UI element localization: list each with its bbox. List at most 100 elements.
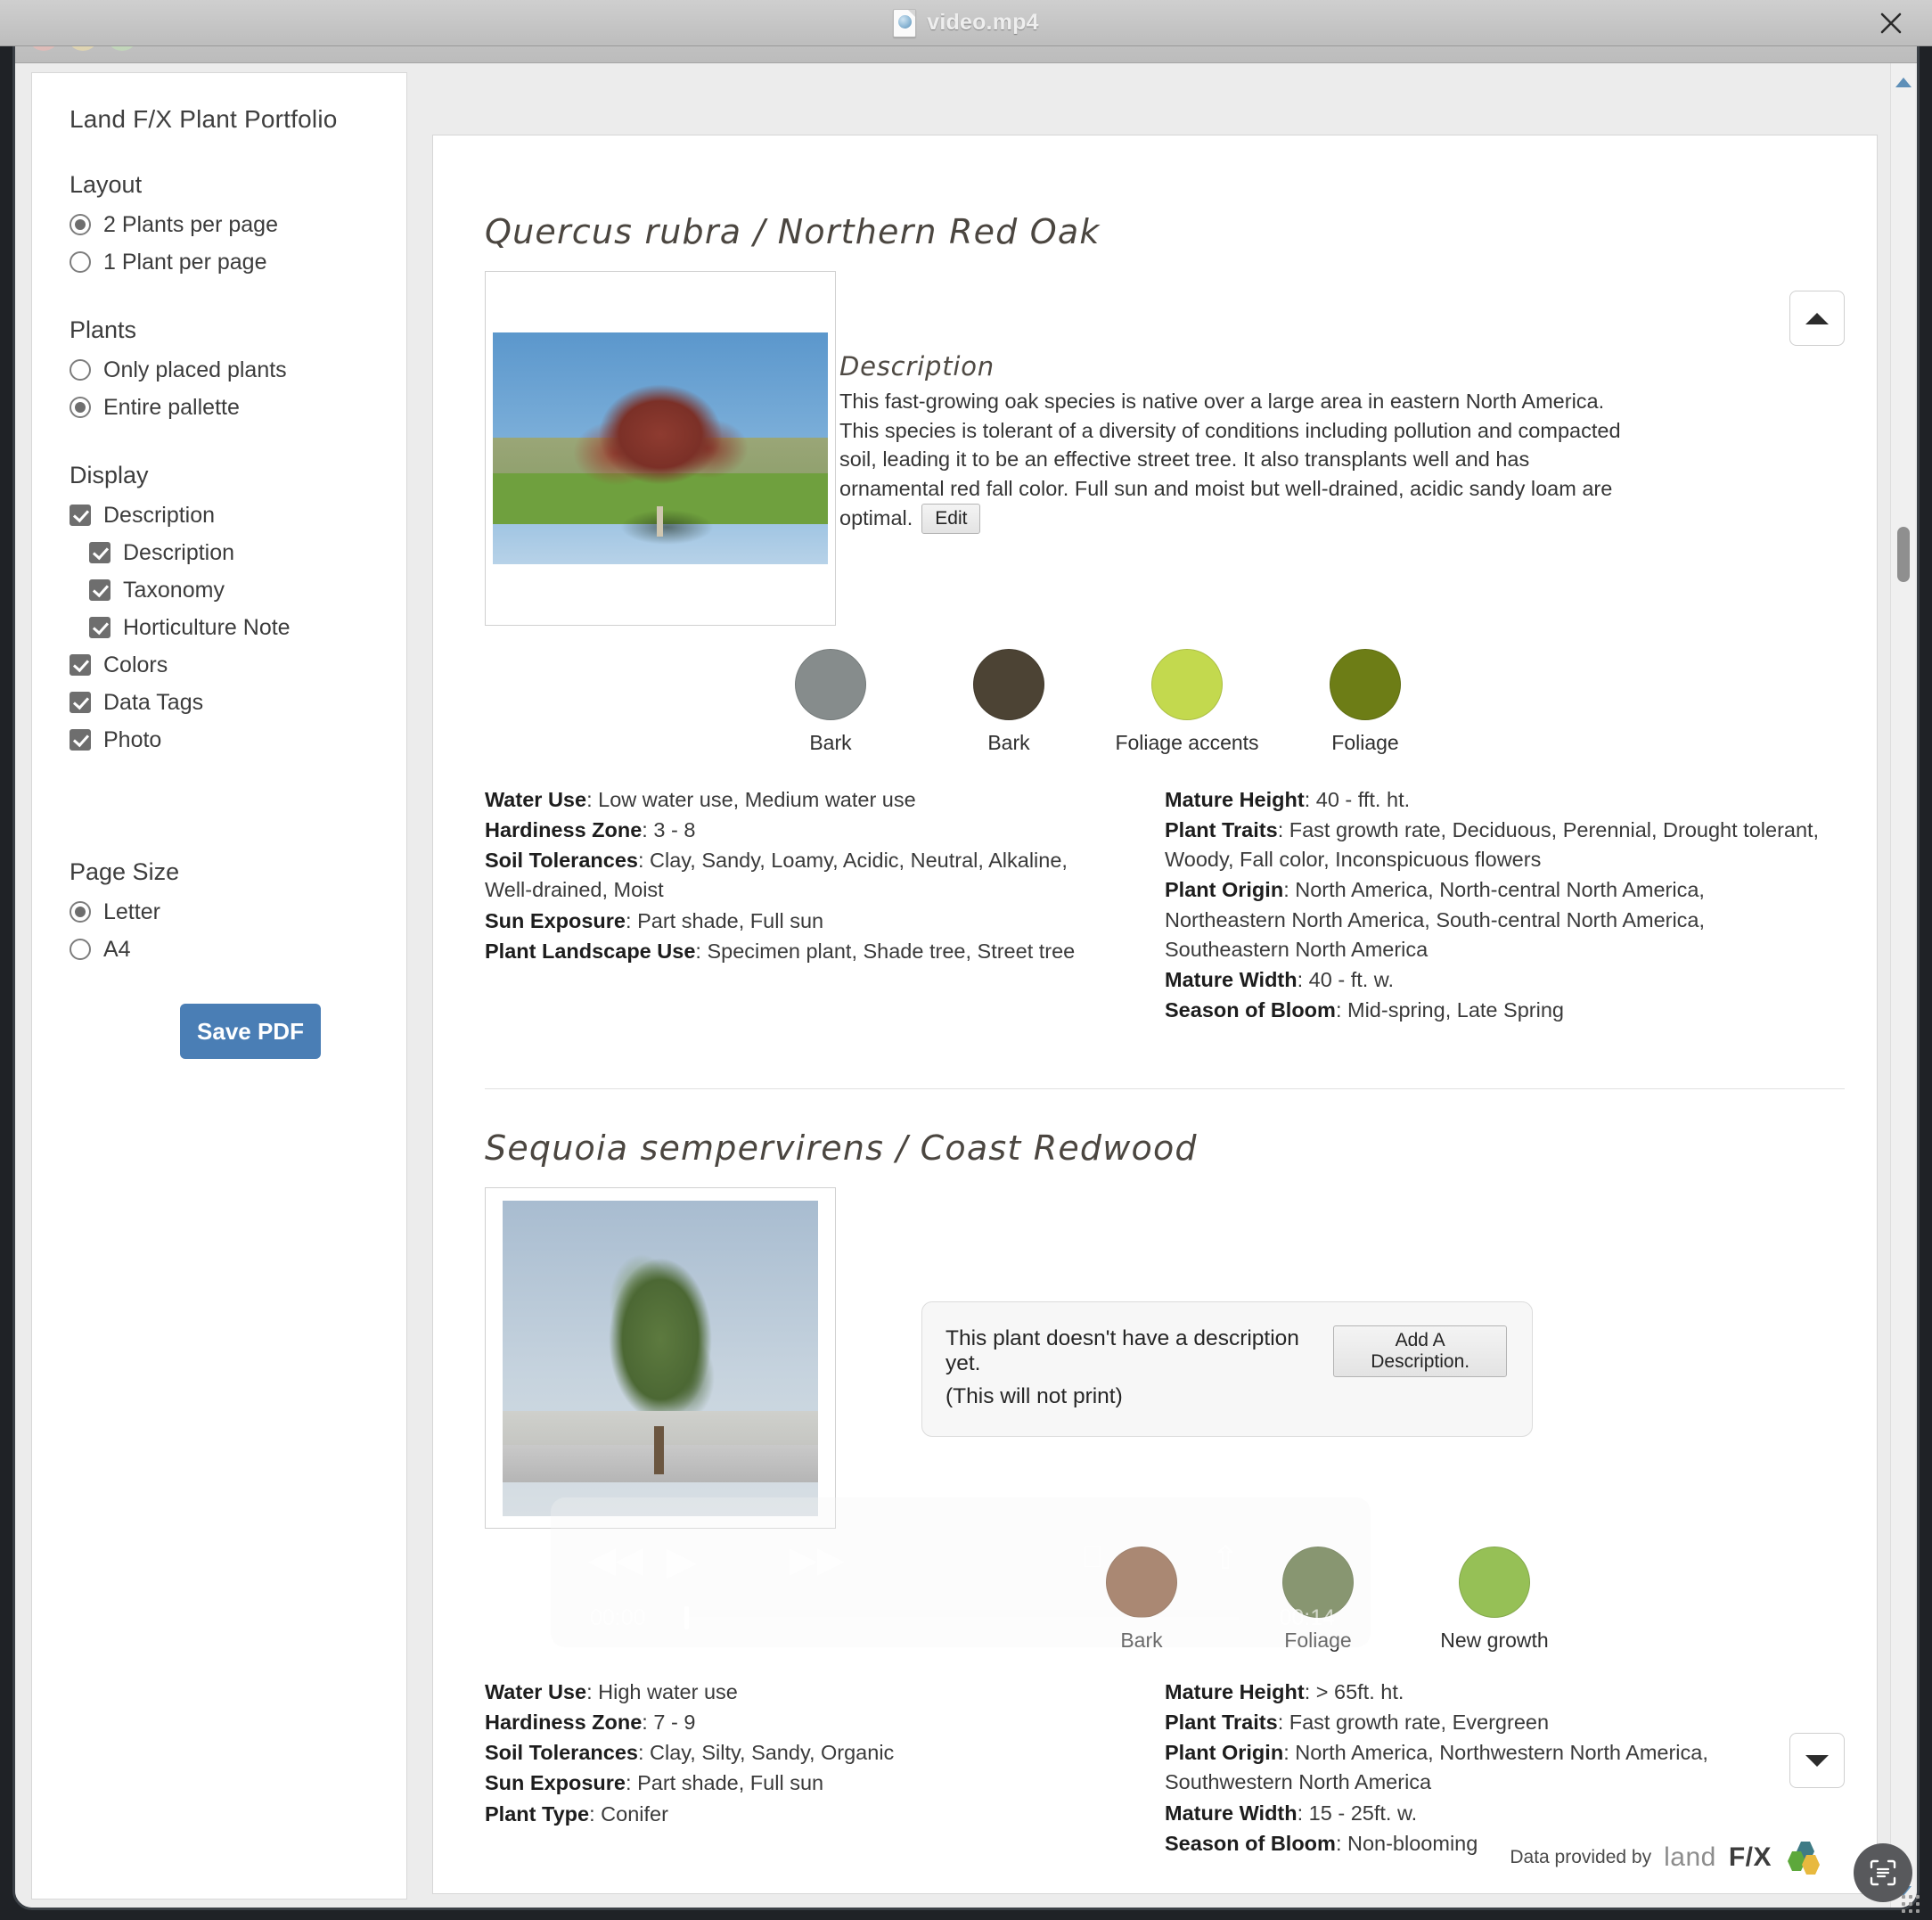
- data-tag-label: Sun Exposure: [485, 908, 626, 932]
- plant-entry-quercus-rubra: Quercus rubra / Northern Red Oak Descrip…: [433, 135, 1877, 1026]
- radio-a4[interactable]: A4: [70, 931, 406, 968]
- edit-description-button[interactable]: Edit: [921, 504, 981, 535]
- data-tag-value: Part shade, Full sun: [637, 908, 824, 932]
- color-swatch[interactable]: New growth: [1406, 1547, 1583, 1653]
- add-description-button[interactable]: Add A Description.: [1333, 1325, 1507, 1377]
- data-tag-value: Mid-spring, Late Spring: [1347, 997, 1564, 1022]
- checkbox-label: Description: [103, 502, 216, 528]
- radio-icon: [70, 214, 91, 235]
- color-swatch[interactable]: Foliage accents: [1098, 649, 1276, 755]
- chevron-up-icon: [1805, 312, 1829, 324]
- plants-heading: Plants: [70, 316, 137, 343]
- data-tag-row: Plant Traits: Fast growth rate, Evergree…: [1165, 1711, 1550, 1735]
- window-resize-grip[interactable]: [1902, 1895, 1925, 1915]
- portfolio-preview-pane[interactable]: Quercus rubra / Northern Red Oak Descrip…: [432, 135, 1878, 1894]
- color-dot: [795, 649, 866, 720]
- radio-icon: [70, 939, 91, 960]
- data-tag-row: Water Use: Low water use, Medium water u…: [485, 788, 916, 811]
- checkbox-taxonomy[interactable]: Taxonomy: [89, 571, 406, 609]
- data-tag-row: Hardiness Zone: 7 - 9: [485, 1711, 696, 1735]
- checkbox-icon: [89, 579, 111, 601]
- radio-letter[interactable]: Letter: [70, 893, 406, 931]
- close-icon[interactable]: [1873, 5, 1909, 41]
- checkbox-horticulture-note[interactable]: Horticulture Note: [89, 609, 406, 646]
- data-tag-label: Mature Height: [1165, 1680, 1305, 1703]
- data-tag-value: 15 - 25ft. w.: [1308, 1801, 1418, 1825]
- description-heading: Description: [839, 351, 995, 382]
- data-tag-row: Soil Tolerances: Clay, Sandy, Loamy, Aci…: [485, 849, 1068, 902]
- data-tag-row: Water Use: High water use: [485, 1680, 738, 1703]
- data-tag-label: Plant Traits: [1165, 818, 1278, 842]
- plants-group: Plants Only placed plants Entire pallett…: [70, 316, 406, 426]
- data-tag-value: Fast growth rate, Evergreen: [1289, 1711, 1550, 1735]
- checkbox-icon: [89, 542, 111, 563]
- radio-2-plants-per-page[interactable]: 2 Plants per page: [70, 206, 406, 243]
- scroll-up-button[interactable]: [1789, 291, 1845, 346]
- no-description-line-2: (This will not print): [946, 1384, 1123, 1408]
- video-player-titlebar: video.mp4: [0, 0, 1932, 46]
- data-tag-label: Hardiness Zone: [485, 818, 643, 842]
- color-caption: Foliage accents: [1115, 731, 1259, 754]
- radio-label: 2 Plants per page: [103, 211, 278, 237]
- data-tag-row: Soil Tolerances: Clay, Silty, Sandy, Org…: [485, 1741, 895, 1765]
- color-caption: New growth: [1440, 1629, 1549, 1652]
- data-tag-label: Plant Origin: [1165, 878, 1284, 902]
- screen-root: video.mp4 Plant Portfolio Land F/X Plant…: [0, 0, 1932, 1920]
- data-tag-row: Plant Traits: Fast growth rate, Deciduou…: [1165, 818, 1820, 872]
- options-sidebar: Land F/X Plant Portfolio Layout 2 Plants…: [31, 72, 407, 1899]
- data-tag-row: Mature Height: 40 - fft. ht.: [1165, 788, 1411, 811]
- color-caption: Foliage: [1284, 1629, 1352, 1652]
- data-tags-left-column: Water Use: High water use Hardiness Zone…: [485, 1678, 1165, 1859]
- color-swatch[interactable]: Bark: [1053, 1547, 1230, 1653]
- color-swatch[interactable]: Bark: [741, 649, 920, 755]
- plant-entry-sequoia-sempervirens: Sequoia sempervirens / Coast Redwood Thi…: [433, 1089, 1877, 1859]
- data-tag-value: 7 - 9: [653, 1711, 696, 1735]
- scrollbar-up-arrow-icon[interactable]: [1895, 78, 1912, 87]
- data-tags-right-column: Mature Height: > 65ft. ht. Plant Traits:…: [1165, 1678, 1845, 1859]
- data-tag-row: Plant Landscape Use: Specimen plant, Sha…: [485, 939, 1076, 963]
- radio-icon: [70, 901, 91, 923]
- landfx-logo-icon: [1784, 1842, 1821, 1875]
- radio-1-plant-per-page[interactable]: 1 Plant per page: [70, 243, 406, 281]
- no-description-line-1: This plant doesn't have a description ye…: [946, 1325, 1507, 1377]
- text-scan-button[interactable]: [1854, 1843, 1912, 1902]
- description-text: This fast-growing oak species is native …: [839, 387, 1624, 535]
- plant-title: Quercus rubra / Northern Red Oak: [485, 212, 1101, 251]
- data-tag-label: Season of Bloom: [1165, 1831, 1336, 1855]
- radio-entire-pallette[interactable]: Entire pallette: [70, 389, 406, 426]
- checkbox-description[interactable]: Description: [70, 496, 406, 534]
- data-tag-value: 40 - ft. w.: [1308, 967, 1395, 991]
- logo-fx-text: F/X: [1728, 1842, 1772, 1872]
- checkbox-data-tags[interactable]: Data Tags: [70, 684, 406, 721]
- color-dot: [973, 649, 1044, 720]
- checkbox-photo[interactable]: Photo: [70, 721, 406, 759]
- footer-credit: Data provided by land F/X: [1510, 1842, 1821, 1875]
- color-dot: [1151, 649, 1223, 720]
- radio-only-placed-plants[interactable]: Only placed plants: [70, 351, 406, 389]
- data-tag-row: Plant Origin: North America, North-centr…: [1165, 878, 1706, 961]
- checkbox-label: Horticulture Note: [123, 614, 291, 640]
- scroll-down-button[interactable]: [1789, 1733, 1845, 1788]
- vertical-scrollbar[interactable]: [1890, 63, 1915, 1908]
- data-tag-value: Low water use, Medium water use: [598, 788, 916, 811]
- checkbox-colors[interactable]: Colors: [70, 646, 406, 684]
- color-swatch[interactable]: Foliage: [1276, 649, 1454, 755]
- data-tag-value: 3 - 8: [653, 818, 696, 842]
- radio-label: 1 Plant per page: [103, 249, 267, 275]
- plant-portfolio-window: Plant Portfolio Land F/X Plant Portfolio…: [12, 7, 1920, 1910]
- data-tag-value: 40 - fft. ht.: [1315, 788, 1411, 811]
- color-swatch[interactable]: Foliage: [1230, 1547, 1406, 1653]
- data-tag-label: Hardiness Zone: [485, 1711, 643, 1735]
- color-swatch-row: Bark Bark Foliage accents Foliage: [741, 649, 1845, 755]
- checkbox-description-sub[interactable]: Description: [89, 534, 406, 571]
- data-tag-label: Mature Width: [1165, 967, 1298, 991]
- data-tag-value: > 65ft. ht.: [1315, 1680, 1404, 1703]
- data-tag-row: Plant Origin: North America, Northwester…: [1165, 1741, 1708, 1794]
- data-tag-label: Plant Type: [485, 1801, 590, 1826]
- save-pdf-button[interactable]: Save PDF: [180, 1004, 321, 1059]
- color-swatch[interactable]: Bark: [920, 649, 1098, 755]
- page-size-group: Page Size Letter A4: [70, 858, 406, 968]
- scrollbar-thumb[interactable]: [1897, 527, 1910, 582]
- app-body: Land F/X Plant Portfolio Layout 2 Plants…: [15, 63, 1917, 1908]
- logo-land-text: land: [1664, 1842, 1716, 1872]
